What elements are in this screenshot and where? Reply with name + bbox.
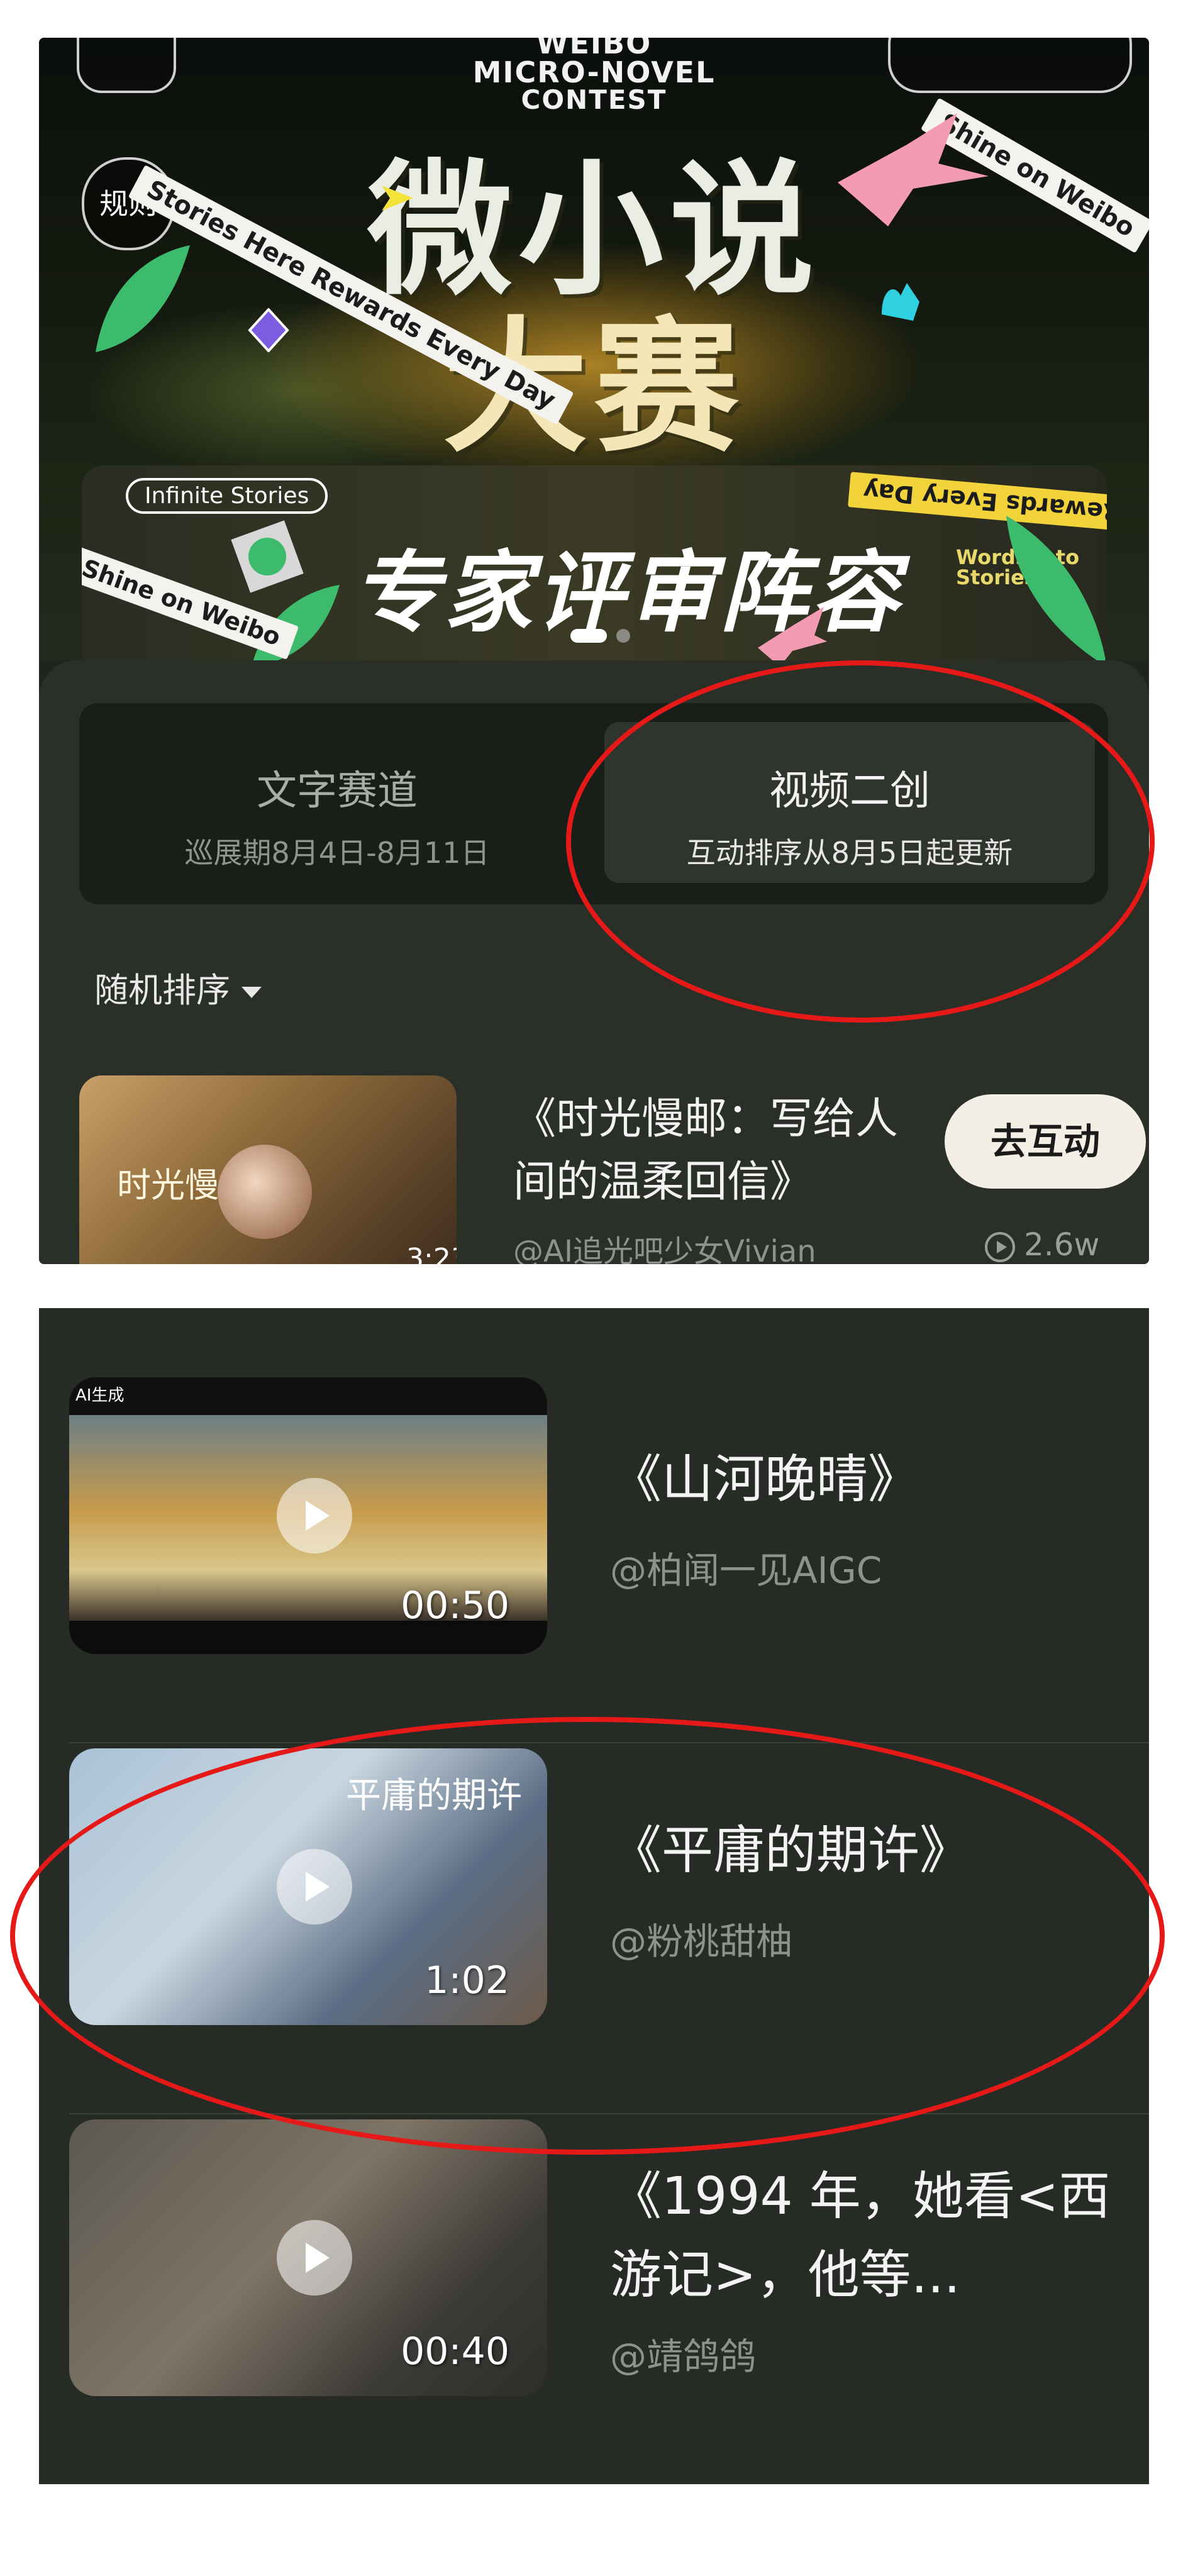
star-decoration-icon	[248, 308, 289, 352]
contest-title-line2: 大赛	[443, 303, 745, 472]
tab-video-track-subtitle: 互动排序从8月5日起更新	[686, 836, 1013, 870]
arrow-decoration-icon	[382, 186, 413, 211]
play-icon[interactable]	[277, 1849, 352, 1924]
video-thumbnail[interactable]: 00:40	[69, 2119, 547, 2396]
play-icon[interactable]	[277, 2220, 352, 2296]
ai-generated-tag: AI生成	[75, 1386, 125, 1405]
video-title[interactable]: 《平庸的期许》	[610, 1811, 1126, 1890]
hand-decoration-icon	[882, 283, 919, 321]
video-author[interactable]: @AI追光吧少女Vivian	[513, 1226, 816, 1264]
tab-video-track[interactable]: 视频二创 互动排序从8月5日起更新	[604, 722, 1095, 883]
leaf-decoration-icon	[96, 245, 190, 352]
list-item[interactable]: 时光慢邮 3:23 《时光慢邮：写给人间的温柔回信》 @AI追光吧少女Vivia…	[79, 1075, 1148, 1264]
divider	[69, 1742, 1149, 1743]
list-item[interactable]: AI生成 00:50 《山河晚晴》 @柏闻一见AIGC	[69, 1377, 1149, 1704]
sort-dropdown[interactable]: 随机排序	[94, 962, 262, 1012]
play-icon[interactable]	[277, 1478, 352, 1553]
contest-banner: WEIBO MICRO-NOVEL CONTEST 微小说 大赛 规则 Stor…	[39, 38, 1149, 673]
tab-video-track-title: 视频二创	[769, 768, 930, 814]
video-title[interactable]: 《山河晚晴》	[610, 1440, 1126, 1519]
video-duration: 00:50	[401, 1584, 509, 1628]
carousel-dot[interactable]	[616, 629, 630, 643]
video-author[interactable]: @柏闻一见AIGC	[610, 1541, 882, 1594]
video-author[interactable]: @靖鸽鸽	[610, 2327, 756, 2380]
list-item[interactable]: 00:40 《1994 年，她看<西游记>，他等... @靖鸽鸽	[69, 2119, 1149, 2446]
list-item[interactable]: 平庸的期许 1:02 《平庸的期许》 @粉桃甜柚	[69, 1748, 1149, 2075]
tab-text-track-title: 文字赛道	[257, 768, 418, 814]
divider	[69, 2113, 1149, 2114]
video-thumbnail[interactable]: 时光慢邮 3:23	[79, 1075, 457, 1264]
leaf-decoration-icon	[1006, 516, 1107, 667]
video-thumbnail[interactable]: AI生成 00:50	[69, 1377, 547, 1654]
video-duration: 00:40	[401, 2329, 509, 2373]
sort-label: 随机排序	[94, 970, 230, 1010]
bird-decoration-icon	[838, 113, 989, 226]
play-count-value: 2.6w	[1024, 1226, 1100, 1263]
video-author[interactable]: @粉桃甜柚	[610, 1912, 792, 1965]
caret-down-icon	[241, 987, 262, 999]
video-title[interactable]: 《1994 年，她看<西游记>，他等...	[610, 2157, 1126, 2314]
interact-button[interactable]: 去互动	[945, 1094, 1146, 1189]
video-duration: 1:02	[425, 1958, 509, 2002]
video-thumbnail[interactable]: 平庸的期许 1:02	[69, 1748, 547, 2025]
tab-text-track-subtitle: 巡展期8月4日-8月11日	[184, 836, 490, 870]
video-title[interactable]: 《时光慢邮：写给人间的温柔回信》	[513, 1088, 916, 1214]
carousel-dot-active[interactable]	[570, 629, 607, 643]
tab-text-track[interactable]: 文字赛道 巡展期8月4日-8月11日	[92, 722, 582, 883]
play-count: 2.6w	[985, 1226, 1099, 1263]
thumbnail-caption: 平庸的期许	[346, 1775, 522, 1816]
video-duration: 3:23	[406, 1243, 457, 1264]
bottom-screenshot-panel: AI生成 00:50 《山河晚晴》 @柏闻一见AIGC 平庸的期许 1:02 《…	[39, 1308, 1149, 2484]
bird-decoration-icon	[758, 607, 827, 667]
top-screenshot-panel: WEIBO MICRO-NOVEL CONTEST 微小说 大赛 规则 Stor…	[39, 38, 1149, 1264]
track-segmented-control: 文字赛道 巡展期8月4日-8月11日 视频二创 互动排序从8月5日起更新	[79, 703, 1108, 904]
content-panel: 文字赛道 巡展期8月4日-8月11日 视频二创 互动排序从8月5日起更新 随机排…	[39, 660, 1149, 1264]
play-count-icon	[985, 1231, 1015, 1262]
infinite-stories-tag: Infinite Stories	[126, 478, 328, 514]
thumbnail-figure	[218, 1145, 312, 1239]
